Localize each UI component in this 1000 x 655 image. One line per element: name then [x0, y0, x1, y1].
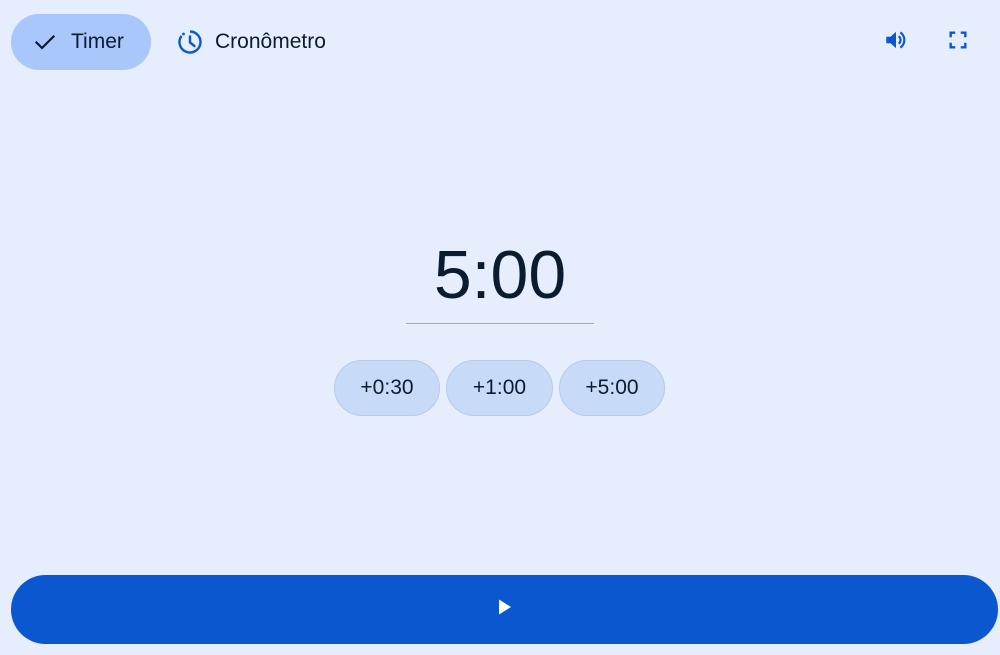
volume-button[interactable]: [876, 22, 916, 62]
add-5m-button[interactable]: +5:00: [559, 360, 665, 416]
tab-timer[interactable]: Timer: [11, 14, 151, 70]
play-icon: [497, 598, 513, 621]
add-30s-button[interactable]: +0:30: [334, 360, 440, 416]
stopwatch-icon: [177, 29, 203, 55]
volume-icon: [883, 27, 909, 58]
fullscreen-icon: [947, 29, 969, 56]
check-icon: [33, 30, 57, 54]
timer-display[interactable]: 5:00: [406, 232, 594, 324]
start-button[interactable]: [11, 575, 998, 644]
add-1m-button[interactable]: +1:00: [446, 360, 553, 416]
tab-stopwatch[interactable]: Cronômetro: [165, 14, 338, 70]
tab-timer-label: Timer: [71, 30, 124, 53]
tab-stopwatch-label: Cronômetro: [215, 30, 326, 53]
top-bar: Timer Cronômetro: [0, 0, 1000, 84]
quick-add-group: +0:30 +1:00 +5:00: [334, 360, 665, 416]
fullscreen-button[interactable]: [938, 22, 978, 62]
